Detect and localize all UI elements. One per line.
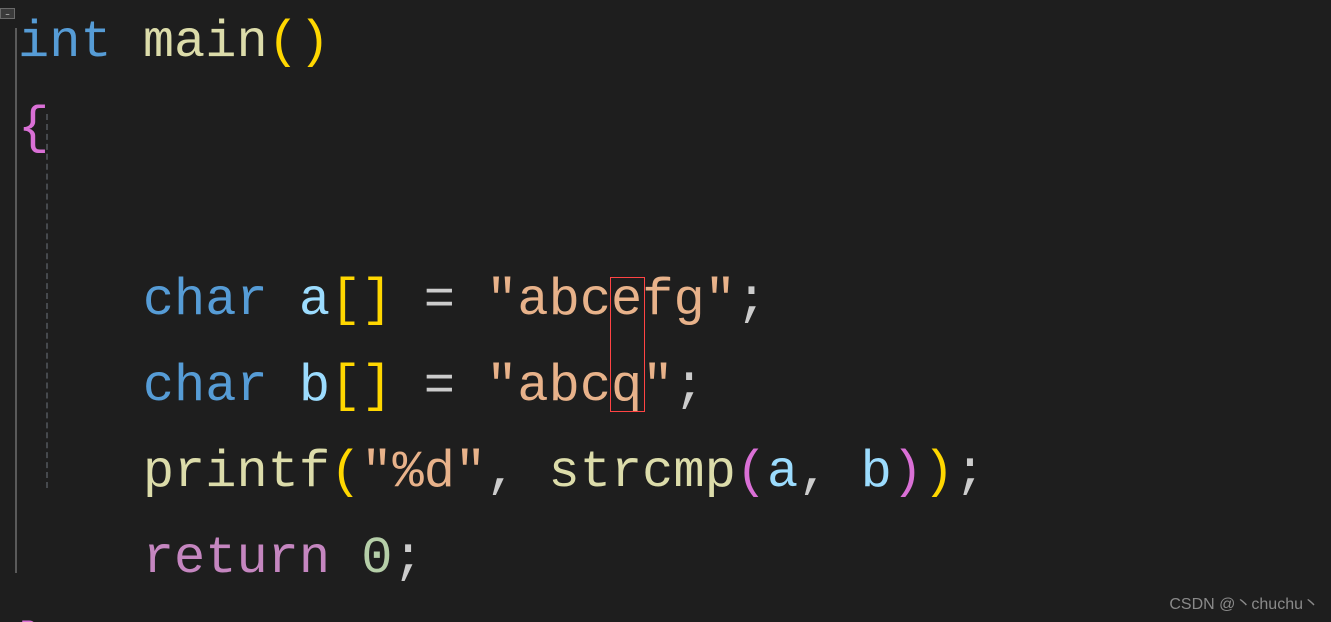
paren-close: ) bbox=[299, 13, 330, 72]
number-zero: 0 bbox=[361, 529, 392, 588]
comma: , bbox=[798, 443, 829, 502]
keyword-char: char bbox=[143, 271, 268, 330]
function-main: main bbox=[143, 13, 268, 72]
semicolon: ; bbox=[673, 357, 704, 416]
brace-open: { bbox=[18, 99, 49, 158]
semicolon: ; bbox=[954, 443, 985, 502]
equals: = bbox=[424, 271, 455, 330]
string-a-part3: fg bbox=[642, 271, 704, 330]
function-strcmp: strcmp bbox=[549, 443, 736, 502]
bracket-open: [ bbox=[330, 357, 361, 416]
brace-close: } bbox=[18, 615, 49, 622]
paren-close: ) bbox=[923, 443, 954, 502]
watermark: CSDN @丶chuchu丶 bbox=[1169, 590, 1319, 614]
identifier-b: b bbox=[861, 443, 892, 502]
string-quote: " bbox=[642, 357, 673, 416]
semicolon: ; bbox=[393, 529, 424, 588]
function-printf: printf bbox=[143, 443, 330, 502]
keyword-return: return bbox=[143, 529, 330, 588]
code-editor[interactable]: - int main() { char a[] = "abcefg"; char… bbox=[0, 0, 1331, 622]
string-b-part1: abc bbox=[517, 357, 611, 416]
paren-open: ( bbox=[268, 13, 299, 72]
keyword-int: int bbox=[18, 13, 112, 72]
equals: = bbox=[424, 357, 455, 416]
string-a-char-e: e bbox=[611, 271, 642, 330]
string-quote: " bbox=[486, 357, 517, 416]
semicolon: ; bbox=[736, 271, 767, 330]
bracket-open: [ bbox=[330, 271, 361, 330]
string-quote: " bbox=[705, 271, 736, 330]
string-quote: " bbox=[486, 271, 517, 330]
identifier-a: a bbox=[767, 443, 798, 502]
identifier-a: a bbox=[299, 271, 330, 330]
string-format: "%d" bbox=[361, 443, 486, 502]
identifier-b: b bbox=[299, 357, 330, 416]
paren-close-nested: ) bbox=[892, 443, 923, 502]
code-area[interactable]: int main() { char a[] = "abcefg"; char b… bbox=[0, 0, 1331, 622]
keyword-char: char bbox=[143, 357, 268, 416]
bracket-close: ] bbox=[361, 271, 392, 330]
bracket-close: ] bbox=[361, 357, 392, 416]
string-a-part1: abc bbox=[517, 271, 611, 330]
comma: , bbox=[486, 443, 517, 502]
paren-open-nested: ( bbox=[736, 443, 767, 502]
string-b-char-q: q bbox=[611, 357, 642, 416]
paren-open: ( bbox=[330, 443, 361, 502]
